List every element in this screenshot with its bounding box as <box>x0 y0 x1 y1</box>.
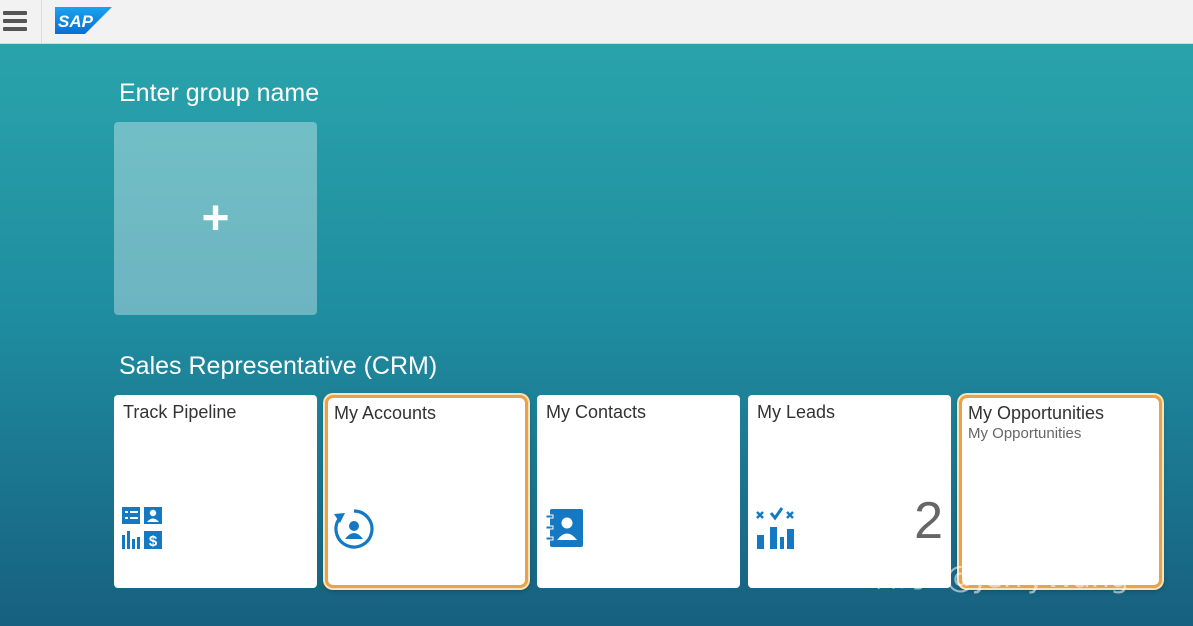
svg-text:SAP: SAP <box>58 12 94 31</box>
group-title-crm: Sales Representative (CRM) <box>119 352 438 380</box>
tile-my-opportunities[interactable]: My Opportunities My Opportunities <box>959 395 1162 588</box>
tile-my-accounts[interactable]: My Accounts <box>325 395 528 588</box>
tile-title: Track Pipeline <box>123 402 237 422</box>
tile-my-contacts[interactable]: My Contacts <box>537 395 740 588</box>
tile-subtitle: My Opportunities <box>968 425 1082 442</box>
account-sync-icon <box>334 509 374 549</box>
leads-chart-icon <box>756 507 794 549</box>
tile-title: My Opportunities <box>968 403 1105 423</box>
address-book-icon <box>545 509 583 547</box>
svg-text:$: $ <box>149 533 158 549</box>
group-title-new[interactable]: Enter group name <box>119 79 319 108</box>
pipeline-icon: $ <box>122 507 162 549</box>
add-tile-button[interactable]: + <box>114 122 317 315</box>
hamburger-menu-icon[interactable] <box>0 0 42 43</box>
sap-logo[interactable]: SAP <box>55 7 112 34</box>
tile-track-pipeline[interactable]: Track Pipeline $ <box>114 395 317 588</box>
tile-title: My Accounts <box>334 403 437 423</box>
shell-bar: SAP <box>0 0 1193 44</box>
tile-my-leads[interactable]: My Leads 2 <box>748 395 951 588</box>
tile-title: My Contacts <box>546 402 647 422</box>
tile-title: My Leads <box>757 402 836 422</box>
plus-icon: + <box>201 192 230 245</box>
tile-kpi-number: 2 <box>914 492 943 550</box>
